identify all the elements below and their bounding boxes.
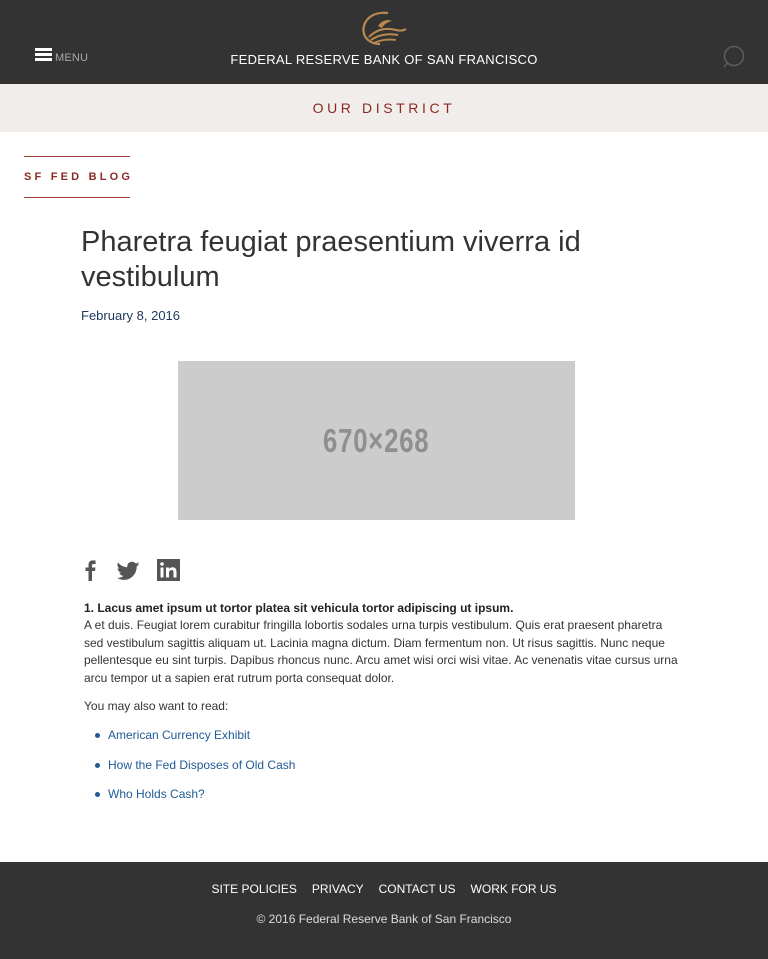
site-footer: SITE POLICIES PRIVACY CONTACT US WORK FO… bbox=[0, 862, 768, 959]
linkedin-icon[interactable] bbox=[157, 559, 180, 581]
list-item: American Currency Exhibit bbox=[94, 728, 295, 758]
related-links: American Currency Exhibit How the Fed Di… bbox=[94, 728, 295, 817]
site-header: MENU FEDERAL RESERVE BANK OF SAN FRANCIS… bbox=[0, 0, 768, 84]
bank-name[interactable]: FEDERAL RESERVE BANK OF SAN FRANCISCO bbox=[0, 52, 768, 67]
article-title: Pharetra feugiat praesentium viverra id … bbox=[81, 226, 581, 293]
blog-category-tag[interactable]: SF FED BLOG bbox=[24, 156, 130, 198]
district-title[interactable]: OUR DISTRICT bbox=[0, 100, 768, 116]
related-label: You may also want to read: bbox=[84, 699, 229, 713]
list-item: Who Holds Cash? bbox=[94, 787, 295, 817]
footer-nav: SITE POLICIES PRIVACY CONTACT US WORK FO… bbox=[0, 882, 768, 896]
article-body: 1. Lacus amet ipsum ut tortor platea sit… bbox=[84, 600, 684, 687]
article-date: February 8, 2016 bbox=[81, 308, 181, 323]
facebook-icon[interactable] bbox=[84, 559, 96, 581]
related-link[interactable]: How the Fed Disposes of Old Cash bbox=[108, 758, 295, 772]
related-link[interactable]: American Currency Exhibit bbox=[108, 728, 250, 742]
footer-link-site-policies[interactable]: SITE POLICIES bbox=[211, 882, 296, 896]
footer-link-privacy[interactable]: PRIVACY bbox=[312, 882, 364, 896]
list-item: How the Fed Disposes of Old Cash bbox=[94, 758, 295, 788]
footer-link-contact-us[interactable]: CONTACT US bbox=[379, 882, 456, 896]
article-paragraph: A et duis. Feugiat lorem curabitur fring… bbox=[84, 618, 678, 685]
article-image-placeholder: 670×268 bbox=[178, 361, 575, 520]
related-link[interactable]: Who Holds Cash? bbox=[108, 787, 205, 801]
article-heading: 1. Lacus amet ipsum ut tortor platea sit… bbox=[84, 601, 514, 615]
twitter-icon[interactable] bbox=[117, 559, 141, 581]
blog-category-label[interactable]: SF FED BLOG bbox=[24, 171, 133, 183]
image-placeholder-label: 670×268 bbox=[323, 421, 430, 459]
footer-link-work-for-us[interactable]: WORK FOR US bbox=[471, 882, 557, 896]
copyright: © 2016 Federal Reserve Bank of San Franc… bbox=[256, 912, 512, 926]
search-icon[interactable] bbox=[722, 45, 746, 69]
eagle-logo[interactable] bbox=[358, 10, 408, 46]
